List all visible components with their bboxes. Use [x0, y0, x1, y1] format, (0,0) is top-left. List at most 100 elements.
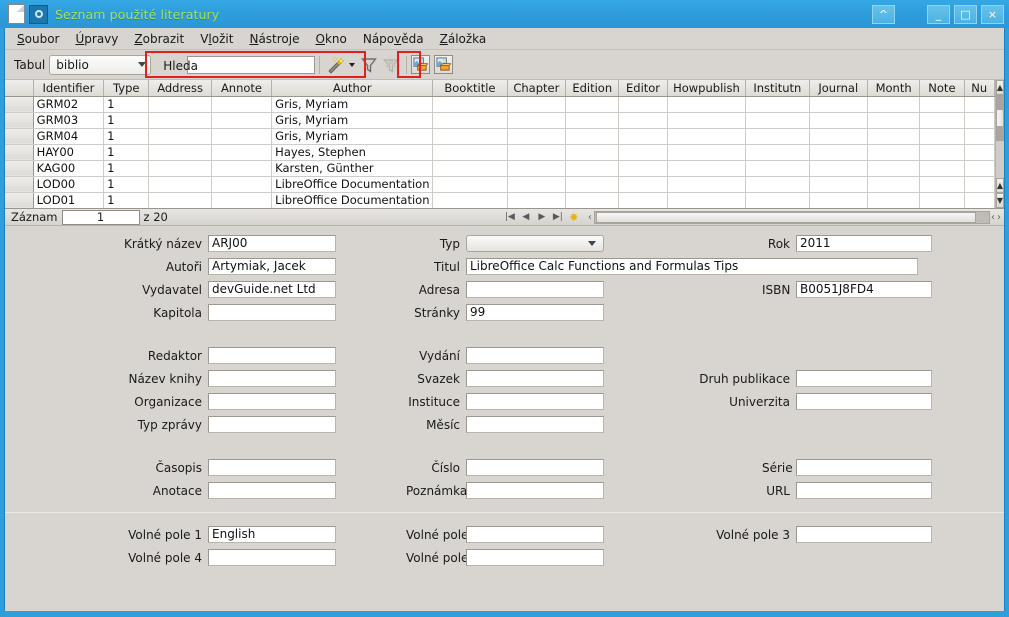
- cell-annote[interactable]: [211, 112, 273, 129]
- cell-type[interactable]: 1: [103, 192, 150, 208]
- cell-author[interactable]: Karsten, Günther: [271, 160, 434, 177]
- custom-field-1[interactable]: English: [208, 526, 336, 543]
- edition-field[interactable]: [466, 347, 604, 364]
- cell-booktitle[interactable]: [432, 144, 508, 161]
- column-header-author[interactable]: Author: [271, 80, 434, 97]
- data-grid[interactable]: Identifier Type Address Annote Author Bo…: [5, 80, 1004, 208]
- note-field[interactable]: [466, 482, 604, 499]
- cell-chapter[interactable]: [507, 144, 567, 161]
- cell-nu[interactable]: [964, 192, 995, 208]
- new-record-button[interactable]: ✸: [566, 210, 582, 225]
- cell-howpublish[interactable]: [667, 112, 747, 129]
- cell-address[interactable]: [148, 160, 212, 177]
- cell-howpublish[interactable]: [667, 144, 747, 161]
- title-field[interactable]: LibreOffice Calc Functions and Formulas …: [466, 258, 918, 275]
- column-header-note[interactable]: Note: [919, 80, 965, 97]
- column-header-institutn[interactable]: Institutn: [745, 80, 810, 97]
- cell-editor[interactable]: [618, 128, 668, 145]
- record-number-input[interactable]: 1: [61, 209, 140, 225]
- cell-nu[interactable]: [964, 96, 995, 113]
- grid-vertical-scrollbar[interactable]: ▲ ▲ ▼: [994, 80, 1004, 208]
- minimize-button[interactable]: _: [927, 4, 950, 24]
- cell-booktitle[interactable]: [432, 128, 508, 145]
- cell-identifier[interactable]: KAG00: [33, 160, 105, 177]
- table-row[interactable]: GRM03 1 Gris, Myriam: [5, 112, 995, 129]
- cell-editor[interactable]: [618, 96, 668, 113]
- column-header-howpublish[interactable]: Howpublish: [667, 80, 747, 97]
- cell-annote[interactable]: [211, 128, 273, 145]
- autofilter-icon[interactable]: [324, 54, 346, 76]
- table-row[interactable]: LOD01 1 LibreOffice Documentation Tear: [5, 192, 995, 208]
- cell-edition[interactable]: [565, 128, 620, 145]
- cell-identifier[interactable]: GRM03: [33, 112, 105, 129]
- cell-howpublish[interactable]: [667, 192, 747, 208]
- cell-edition[interactable]: [565, 160, 620, 177]
- cell-type[interactable]: 1: [103, 128, 150, 145]
- university-field[interactable]: [796, 393, 932, 410]
- cell-type[interactable]: 1: [103, 176, 150, 193]
- cell-month[interactable]: [867, 176, 921, 193]
- chevron-down-icon[interactable]: [349, 62, 356, 67]
- search-input[interactable]: [187, 55, 316, 74]
- url-field[interactable]: [796, 482, 932, 499]
- scrollbar-track[interactable]: [995, 95, 1004, 178]
- volume-field[interactable]: [466, 370, 604, 387]
- cell-edition[interactable]: [565, 96, 620, 113]
- cell-howpublish[interactable]: [667, 96, 747, 113]
- cell-journal[interactable]: [809, 192, 868, 208]
- cell-journal[interactable]: [809, 112, 868, 129]
- cell-howpublish[interactable]: [667, 160, 747, 177]
- column-header-identifier[interactable]: Identifier: [33, 80, 105, 97]
- cell-edition[interactable]: [565, 192, 620, 208]
- first-record-button[interactable]: |◀: [502, 210, 518, 225]
- cell-edition[interactable]: [565, 176, 620, 193]
- cell-institutn[interactable]: [745, 128, 810, 145]
- row-selector[interactable]: [5, 160, 34, 177]
- scroll-up-icon[interactable]: ▲: [995, 80, 1004, 95]
- column-header-editor[interactable]: Editor: [618, 80, 668, 97]
- pages-field[interactable]: 99: [466, 304, 604, 321]
- close-button[interactable]: ×: [981, 4, 1004, 24]
- series-field[interactable]: [796, 459, 932, 476]
- row-selector[interactable]: [5, 176, 34, 193]
- table-select[interactable]: biblio: [49, 54, 152, 75]
- cell-month[interactable]: [867, 128, 921, 145]
- cell-address[interactable]: [148, 144, 212, 161]
- menu-item-zobrazit[interactable]: Zobrazit: [126, 30, 192, 48]
- cell-booktitle[interactable]: [432, 160, 508, 177]
- column-header-address[interactable]: Address: [148, 80, 212, 97]
- cell-chapter[interactable]: [507, 128, 567, 145]
- menu-item-napoveda[interactable]: Nápověda: [355, 30, 432, 48]
- cell-month[interactable]: [867, 96, 921, 113]
- scroll-right-arrow-icon[interactable]: ›: [996, 212, 1002, 223]
- cell-howpublish[interactable]: [667, 128, 747, 145]
- cell-annote[interactable]: [211, 176, 273, 193]
- hscrollbar-track[interactable]: [593, 210, 990, 224]
- cell-identifier[interactable]: GRM02: [33, 96, 105, 113]
- row-selector[interactable]: [5, 192, 34, 208]
- cell-editor[interactable]: [618, 176, 668, 193]
- annotation-field[interactable]: [208, 482, 336, 499]
- table-row[interactable]: LOD00 1 LibreOffice Documentation Tear: [5, 176, 995, 193]
- cell-note[interactable]: [919, 160, 965, 177]
- cell-editor[interactable]: [618, 112, 668, 129]
- cell-annote[interactable]: [211, 192, 273, 208]
- table-row[interactable]: GRM02 1 Gris, Myriam: [5, 96, 995, 113]
- cell-author[interactable]: LibreOffice Documentation Tear: [271, 176, 434, 193]
- column-header-month[interactable]: Month: [867, 80, 921, 97]
- column-header-booktitle[interactable]: Booktitle: [432, 80, 508, 97]
- custom-field-4[interactable]: [208, 549, 336, 566]
- scroll-left-icon[interactable]: ‹: [586, 212, 594, 223]
- rollup-button[interactable]: ^: [872, 4, 895, 24]
- last-record-button[interactable]: ▶|: [550, 210, 566, 225]
- cell-journal[interactable]: [809, 144, 868, 161]
- cell-nu[interactable]: [964, 176, 995, 193]
- menu-item-nastroje[interactable]: Nástroje: [241, 30, 307, 48]
- cell-note[interactable]: [919, 128, 965, 145]
- data-source-icon-1[interactable]: [411, 55, 431, 74]
- cell-institutn[interactable]: [745, 144, 810, 161]
- month-field[interactable]: [466, 416, 604, 433]
- cell-author[interactable]: Gris, Myriam: [271, 112, 434, 129]
- menu-item-upravy[interactable]: Úpravy: [67, 30, 126, 48]
- cell-chapter[interactable]: [507, 96, 567, 113]
